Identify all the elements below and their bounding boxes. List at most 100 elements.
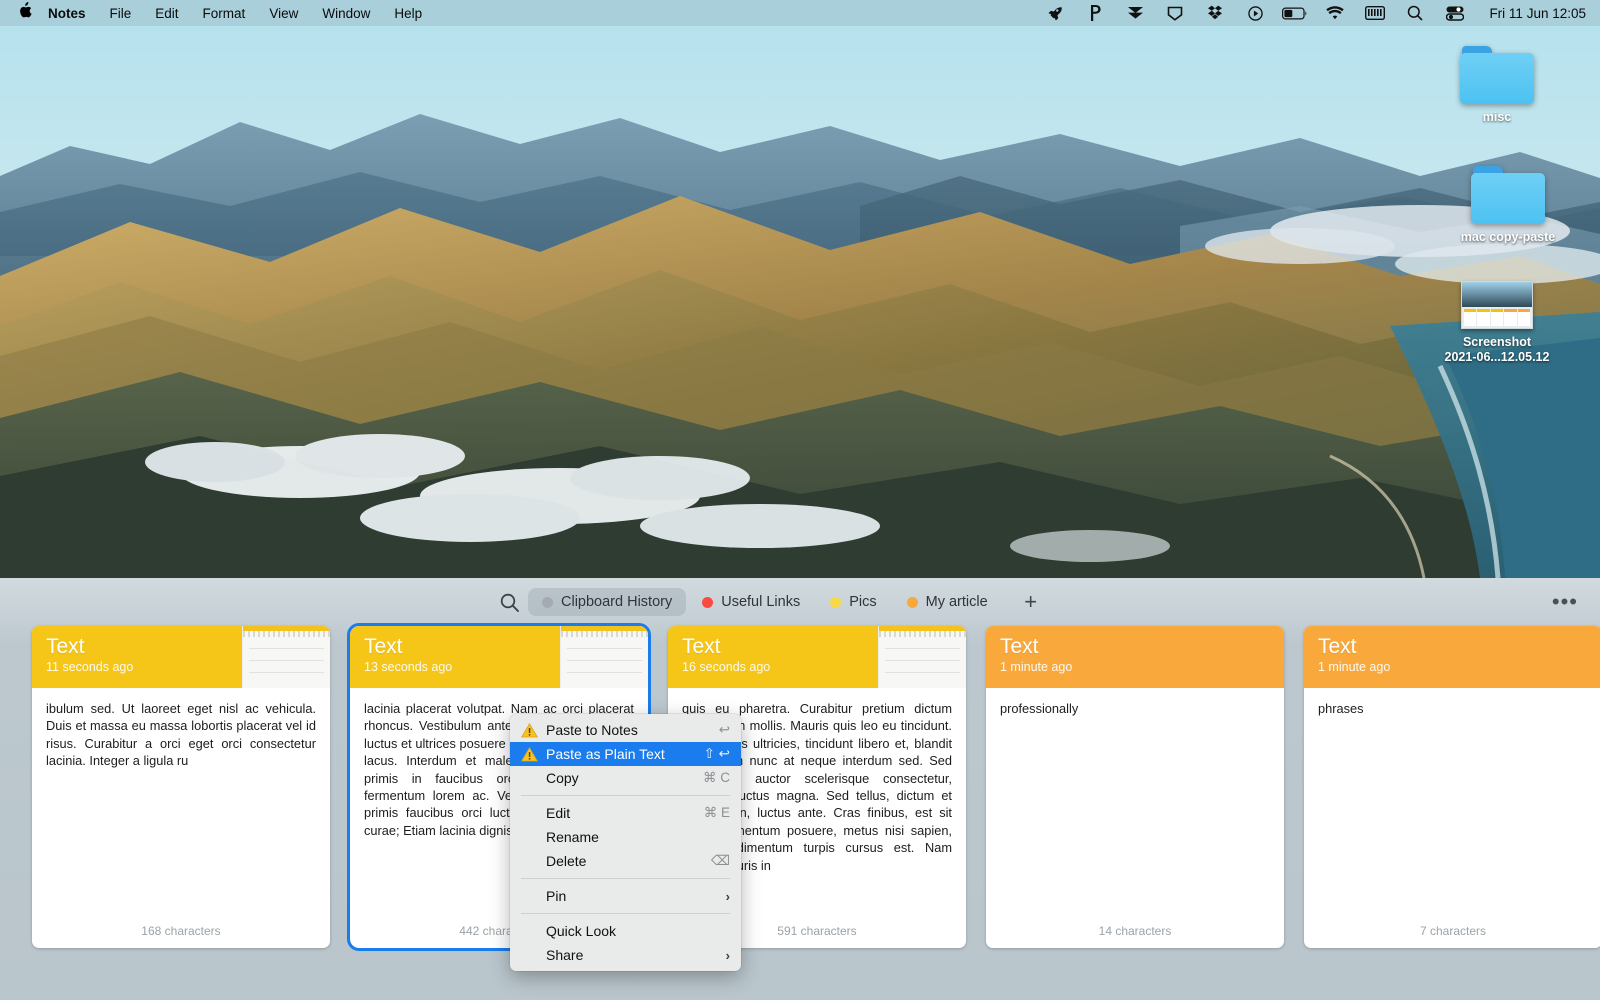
menu-bar: Notes File Edit Format View Window Help	[0, 0, 1600, 26]
menu-item-shortcut: ⌫	[710, 853, 730, 868]
card-title: Text	[682, 635, 721, 658]
tab-label: Pics	[849, 594, 877, 610]
keyboard-icon[interactable]	[1355, 0, 1395, 26]
notepad-thumbnail-icon	[560, 626, 648, 688]
folder-misc[interactable]: misc	[1432, 46, 1562, 125]
search-icon[interactable]	[492, 587, 526, 617]
menu-bar-clock[interactable]: Fri 11 Jun 12:05	[1489, 6, 1586, 21]
battery-icon[interactable]	[1275, 0, 1315, 26]
more-options-button[interactable]: •••	[1552, 591, 1578, 613]
card-header: Text 16 seconds ago	[668, 626, 966, 688]
menu-item-label: Quick Look	[546, 923, 617, 939]
add-tab-button[interactable]: +	[1014, 587, 1048, 617]
warning-triangle-icon	[520, 722, 539, 738]
menu-item-rename[interactable]: Rename	[510, 825, 741, 849]
toolbar-left-group: Clipboard History Useful Links Pics My a…	[492, 587, 1048, 617]
desktop-icon-label-line1: Screenshot	[1462, 335, 1532, 349]
clipboard-card[interactable]: Text 1 minute ago phrases 7 characters	[1304, 626, 1600, 948]
clipboard-card[interactable]: Text 11 seconds ago ibulum sed. Ut laore…	[32, 626, 330, 948]
card-character-count: 14 characters	[1098, 924, 1172, 938]
menu-bar-status-area	[1035, 0, 1475, 26]
menu-item-help[interactable]: Help	[394, 6, 422, 21]
chevron-right-icon: ›	[725, 947, 730, 963]
screenshot-thumbnail-icon	[1461, 281, 1533, 329]
card-character-count: 168 characters	[141, 924, 221, 938]
chevron-right-icon: ›	[725, 888, 730, 904]
menu-item-copy[interactable]: Copy ⌘ C	[510, 766, 741, 790]
pocket-icon[interactable]	[1075, 0, 1115, 26]
tab-useful-links[interactable]: Useful Links	[688, 588, 814, 616]
card-header: Text 1 minute ago	[986, 626, 1284, 688]
card-body-text: professionally	[1000, 701, 1079, 716]
menu-item-label: Share	[546, 947, 584, 963]
notepad-thumbnail-icon	[242, 626, 330, 688]
rocket-icon[interactable]	[1035, 0, 1075, 26]
folder-icon	[1460, 46, 1534, 104]
wifi-icon[interactable]	[1315, 0, 1355, 26]
card-timestamp: 11 seconds ago	[46, 660, 134, 674]
menu-item-view[interactable]: View	[269, 6, 298, 21]
menu-item-paste-to-notes[interactable]: Paste to Notes ↩	[510, 718, 741, 742]
menu-separator	[521, 878, 730, 879]
menu-item-window[interactable]: Window	[322, 6, 370, 21]
apple-menu-icon[interactable]	[18, 1, 32, 23]
folder-mac-copy-paste[interactable]: mac copy-paste	[1443, 166, 1573, 245]
spotlight-search-icon[interactable]	[1395, 0, 1435, 26]
menu-item-share[interactable]: Share ›	[510, 943, 741, 967]
menu-item-shortcut: ↩	[718, 722, 730, 737]
context-menu: Paste to Notes ↩ Paste as Plain Text ⇧ ↩…	[510, 714, 741, 971]
menu-item-notes[interactable]: Notes	[48, 6, 86, 21]
tab-pics[interactable]: Pics	[816, 588, 890, 616]
menu-item-shortcut: ⌘ C	[703, 770, 730, 785]
clipboard-card[interactable]: Text 1 minute ago professionally 14 char…	[986, 626, 1284, 948]
desktop: misc mac copy-paste Screenshot 2021-06..…	[0, 26, 1600, 578]
notepad-thumbnail-icon	[878, 626, 966, 688]
desktop-icon-label: misc	[1482, 110, 1512, 124]
card-title: Text	[46, 635, 85, 658]
menu-item-delete[interactable]: Delete ⌫	[510, 849, 741, 873]
folder-icon	[1471, 166, 1545, 224]
wallpaper	[0, 26, 1600, 578]
card-timestamp: 13 seconds ago	[364, 660, 453, 674]
control-center-icon[interactable]	[1435, 0, 1475, 26]
tab-color-dot	[906, 596, 918, 608]
menu-item-edit[interactable]: Edit	[155, 6, 178, 21]
tab-label: Clipboard History	[561, 594, 673, 610]
warning-triangle-icon	[520, 746, 539, 762]
tab-color-dot	[542, 596, 553, 608]
card-header: Text 11 seconds ago	[32, 626, 330, 688]
menu-item-label: Paste as Plain Text	[546, 746, 665, 762]
clipboard-card-list: Text 11 seconds ago ibulum sed. Ut laore…	[0, 623, 1600, 1000]
menu-item-label: Delete	[546, 853, 587, 869]
menu-item-quick-look[interactable]: Quick Look	[510, 919, 741, 943]
tab-label: My article	[925, 594, 988, 610]
card-title: Text	[1318, 635, 1357, 658]
clipboard-manager-panel: Clipboard History Useful Links Pics My a…	[0, 578, 1600, 1000]
menu-item-edit[interactable]: Edit ⌘ E	[510, 801, 741, 825]
dropbox-icon[interactable]	[1195, 0, 1235, 26]
tab-my-article[interactable]: My article	[893, 588, 1002, 616]
tab-clipboard-history[interactable]: Clipboard History	[528, 588, 687, 616]
card-header: Text 1 minute ago	[1304, 626, 1600, 688]
chevron-stack-icon[interactable]	[1115, 0, 1155, 26]
tab-label: Useful Links	[721, 594, 801, 610]
menu-item-file[interactable]: File	[110, 6, 132, 21]
menu-item-format[interactable]: Format	[203, 6, 246, 21]
menu-item-paste-as-plain-text[interactable]: Paste as Plain Text ⇧ ↩	[510, 742, 741, 766]
card-title: Text	[364, 635, 403, 658]
desktop-icon-label: mac copy-paste	[1460, 230, 1556, 244]
desktop-icon-label-line2: 2021-06...12.05.12	[1444, 350, 1550, 364]
card-character-count: 7 characters	[1419, 924, 1487, 938]
menu-item-label: Rename	[546, 829, 599, 845]
file-screenshot[interactable]: Screenshot 2021-06...12.05.12	[1432, 281, 1562, 365]
menu-item-shortcut: ⇧ ↩	[703, 746, 730, 761]
tag-icon[interactable]	[1155, 0, 1195, 26]
tab-color-dot	[830, 596, 842, 608]
card-timestamp: 16 seconds ago	[682, 660, 771, 674]
card-title: Text	[1000, 635, 1039, 658]
menu-item-label: Copy	[546, 770, 579, 786]
menu-item-label: Edit	[546, 805, 571, 821]
menu-item-shortcut: ⌘ E	[703, 805, 730, 820]
play-circle-icon[interactable]	[1235, 0, 1275, 26]
menu-item-pin[interactable]: Pin ›	[510, 884, 741, 908]
